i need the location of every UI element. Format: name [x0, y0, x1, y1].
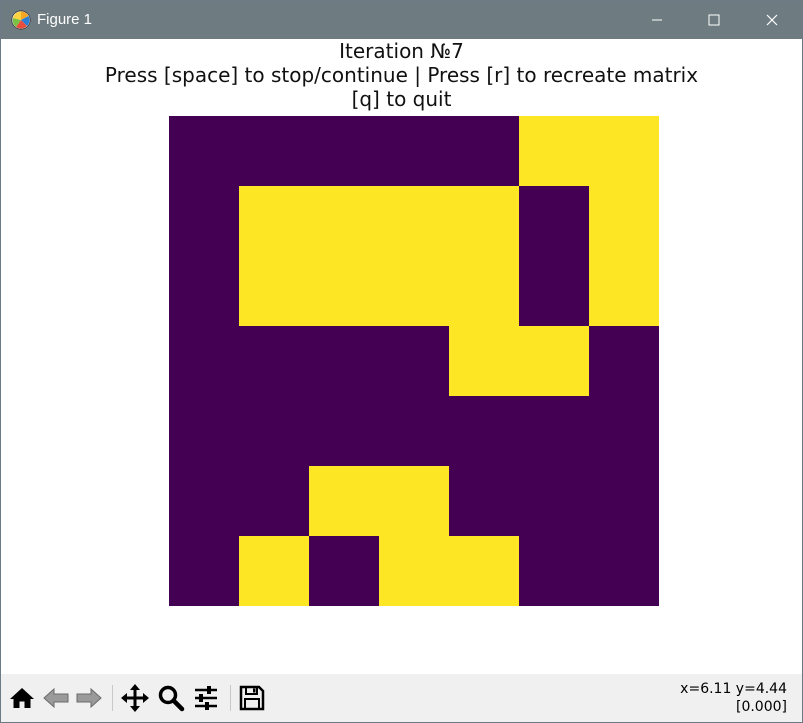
- heatmap-cell-r6-c4: [449, 536, 519, 606]
- heatmap-cell-r0-c5: [519, 116, 589, 186]
- heatmap-cell-r3-c5: [519, 326, 589, 396]
- heatmap-cell-r1-c4: [449, 186, 519, 256]
- minimize-button[interactable]: [634, 1, 680, 39]
- heatmap-cell-r1-c2: [309, 186, 379, 256]
- minimize-icon: [652, 19, 662, 21]
- heatmap-cell-r6-c1: [239, 536, 309, 606]
- forward-button[interactable]: [74, 683, 104, 713]
- heatmap-cell-r1-c6: [589, 186, 659, 256]
- heatmap-cell-r3-c4: [449, 326, 519, 396]
- heatmap-cell-r4-c1: [239, 396, 309, 466]
- home-icon: [10, 688, 34, 708]
- heatmap-cell-r0-c1: [239, 116, 309, 186]
- heatmap-cell-r6-c3: [379, 536, 449, 606]
- heatmap-cell-r5-c3: [379, 466, 449, 536]
- back-arrow-icon: [43, 687, 69, 709]
- heatmap-cell-r1-c0: [169, 186, 239, 256]
- close-button[interactable]: [749, 1, 795, 39]
- heatmap-cell-r0-c3: [379, 116, 449, 186]
- heatmap-cell-r3-c1: [239, 326, 309, 396]
- navigation-toolbar: x=6.11 y=4.44 [0.000]: [1, 674, 802, 722]
- heatmap-cell-r6-c5: [519, 536, 589, 606]
- heatmap-cell-r0-c4: [449, 116, 519, 186]
- heatmap-cell-r1-c1: [239, 186, 309, 256]
- back-button[interactable]: [41, 683, 71, 713]
- heatmap-cell-r2-c0: [169, 256, 239, 326]
- heatmap-cell-r1-c5: [519, 186, 589, 256]
- heatmap-cell-r6-c6: [589, 536, 659, 606]
- heatmap-cell-r3-c6: [589, 326, 659, 396]
- heatmap-cell-r1-c3: [379, 186, 449, 256]
- figure-title-line-3: [q] to quit: [351, 87, 452, 111]
- heatmap-cell-r3-c3: [379, 326, 449, 396]
- save-icon: [239, 685, 265, 711]
- zoom-icon: [158, 685, 185, 712]
- heatmap-cell-r2-c4: [449, 256, 519, 326]
- heatmap-cell-r5-c1: [239, 466, 309, 536]
- cursor-value-text: [0.000]: [735, 699, 787, 715]
- figure-title-line-2: Press [space] to stop/continue | Press […: [104, 63, 699, 87]
- maximize-icon: [708, 14, 720, 26]
- cursor-position-text: x=6.11 y=4.44: [680, 681, 787, 697]
- heatmap-cell-r5-c6: [589, 466, 659, 536]
- heatmap-cell-r5-c2: [309, 466, 379, 536]
- maximize-button[interactable]: [691, 1, 737, 39]
- toolbar-separator: [230, 685, 231, 711]
- heatmap-cell-r2-c6: [589, 256, 659, 326]
- matrix-heatmap[interactable]: [169, 116, 659, 606]
- forward-arrow-icon: [76, 687, 102, 709]
- heatmap-cell-r0-c2: [309, 116, 379, 186]
- heatmap-cell-r5-c5: [519, 466, 589, 536]
- heatmap-cell-r4-c6: [589, 396, 659, 466]
- heatmap-cell-r5-c0: [169, 466, 239, 536]
- figure-window: Figure 1 Iteration №7 Press [space] to s…: [0, 0, 803, 723]
- cursor-coordinates: x=6.11 y=4.44 [0.000]: [680, 680, 787, 716]
- heatmap-cell-r3-c2: [309, 326, 379, 396]
- title-bar[interactable]: Figure 1: [1, 1, 802, 39]
- zoom-button[interactable]: [156, 683, 186, 713]
- heatmap-cell-r3-c0: [169, 326, 239, 396]
- heatmap-cell-r5-c4: [449, 466, 519, 536]
- window-title: Figure 1: [37, 11, 93, 28]
- matplotlib-logo-icon: [11, 10, 31, 30]
- heatmap-cell-r4-c3: [379, 396, 449, 466]
- toolbar-separator: [112, 685, 113, 711]
- heatmap-cell-r2-c3: [379, 256, 449, 326]
- home-button[interactable]: [7, 683, 37, 713]
- heatmap-cell-r4-c2: [309, 396, 379, 466]
- save-button[interactable]: [237, 683, 267, 713]
- heatmap-cell-r4-c0: [169, 396, 239, 466]
- pan-icon: [121, 684, 149, 712]
- figure-canvas[interactable]: Iteration №7 Press [space] to stop/conti…: [1, 39, 802, 674]
- configure-subplots-button[interactable]: [191, 683, 221, 713]
- heatmap-cell-r6-c0: [169, 536, 239, 606]
- close-icon: [766, 14, 778, 26]
- heatmap-cell-r4-c4: [449, 396, 519, 466]
- configure-subplots-icon: [195, 686, 217, 710]
- heatmap-cell-r2-c5: [519, 256, 589, 326]
- heatmap-cell-r0-c0: [169, 116, 239, 186]
- figure-title-line-1: Iteration №7: [339, 39, 464, 63]
- heatmap-cell-r4-c5: [519, 396, 589, 466]
- heatmap-cell-r2-c1: [239, 256, 309, 326]
- pan-button[interactable]: [120, 683, 150, 713]
- heatmap-cell-r2-c2: [309, 256, 379, 326]
- heatmap-cell-r0-c6: [589, 116, 659, 186]
- heatmap-cell-r6-c2: [309, 536, 379, 606]
